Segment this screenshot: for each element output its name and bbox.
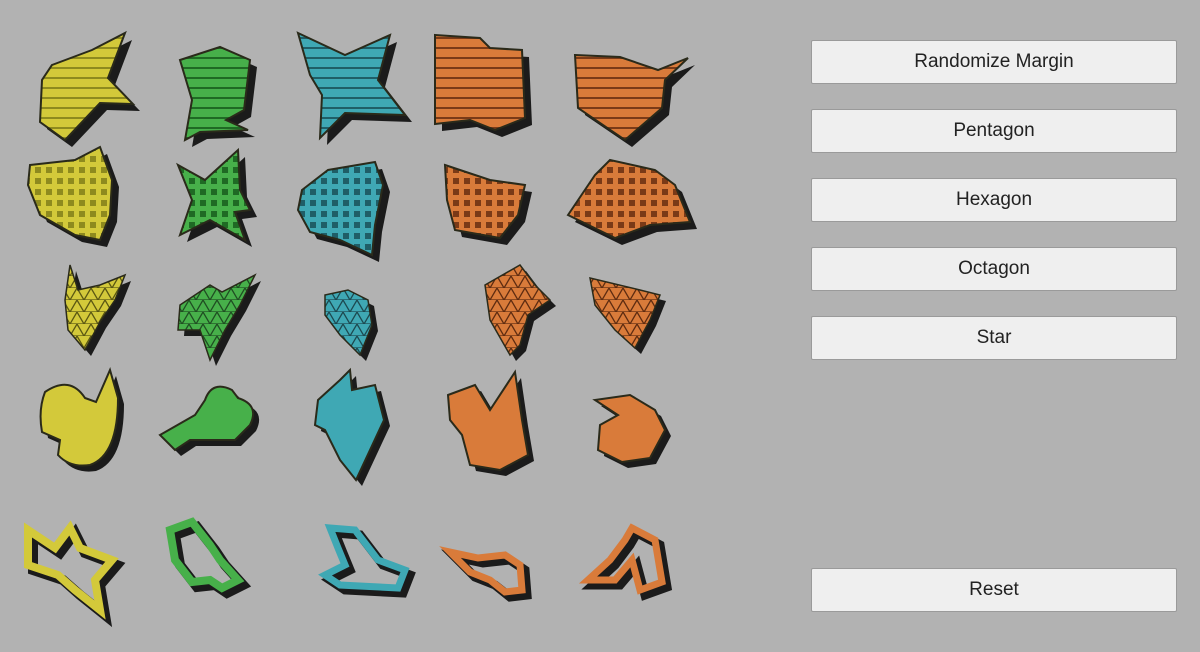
shape-r4-c5 — [592, 393, 671, 468]
shape-r1-c5 — [573, 53, 695, 147]
shape-r1-c2 — [178, 45, 257, 147]
shape-r1-c4 — [434, 33, 532, 137]
shape-r5-c3 — [318, 524, 416, 598]
shape-r5-c2 — [165, 517, 252, 599]
shape-r2-c5 — [566, 158, 697, 245]
shape-r3-c4 — [484, 264, 556, 361]
shape-r1-c1 — [38, 30, 140, 147]
hexagon-button[interactable]: Hexagon — [811, 178, 1177, 222]
shape-r3-c1 — [64, 264, 131, 356]
shape-r5-c5 — [578, 523, 673, 601]
star-button[interactable]: Star — [811, 316, 1177, 360]
shape-r3-c3 — [324, 289, 378, 361]
shape-r5-c4 — [439, 546, 532, 602]
shape-r2-c2 — [176, 147, 257, 247]
shape-r2-c4 — [443, 163, 532, 245]
shape-r1-c3 — [296, 31, 412, 145]
shape-r4-c2 — [158, 385, 260, 456]
shape-r3-c5 — [589, 277, 666, 354]
shape-r4-c1 — [39, 367, 124, 472]
shape-r3-c2 — [177, 273, 261, 366]
pentagon-button[interactable]: Pentagon — [811, 109, 1177, 153]
shape-r2-c3 — [296, 160, 390, 262]
reset-button[interactable]: Reset — [811, 568, 1177, 612]
octagon-button[interactable]: Octagon — [811, 247, 1177, 291]
shape-r4-c4 — [446, 369, 534, 476]
shape-r5-c1 — [24, 520, 126, 628]
randomize-margin-button[interactable]: Randomize Margin — [811, 40, 1177, 84]
shape-r2-c1 — [26, 145, 119, 247]
shape-r4-c3 — [313, 367, 390, 486]
